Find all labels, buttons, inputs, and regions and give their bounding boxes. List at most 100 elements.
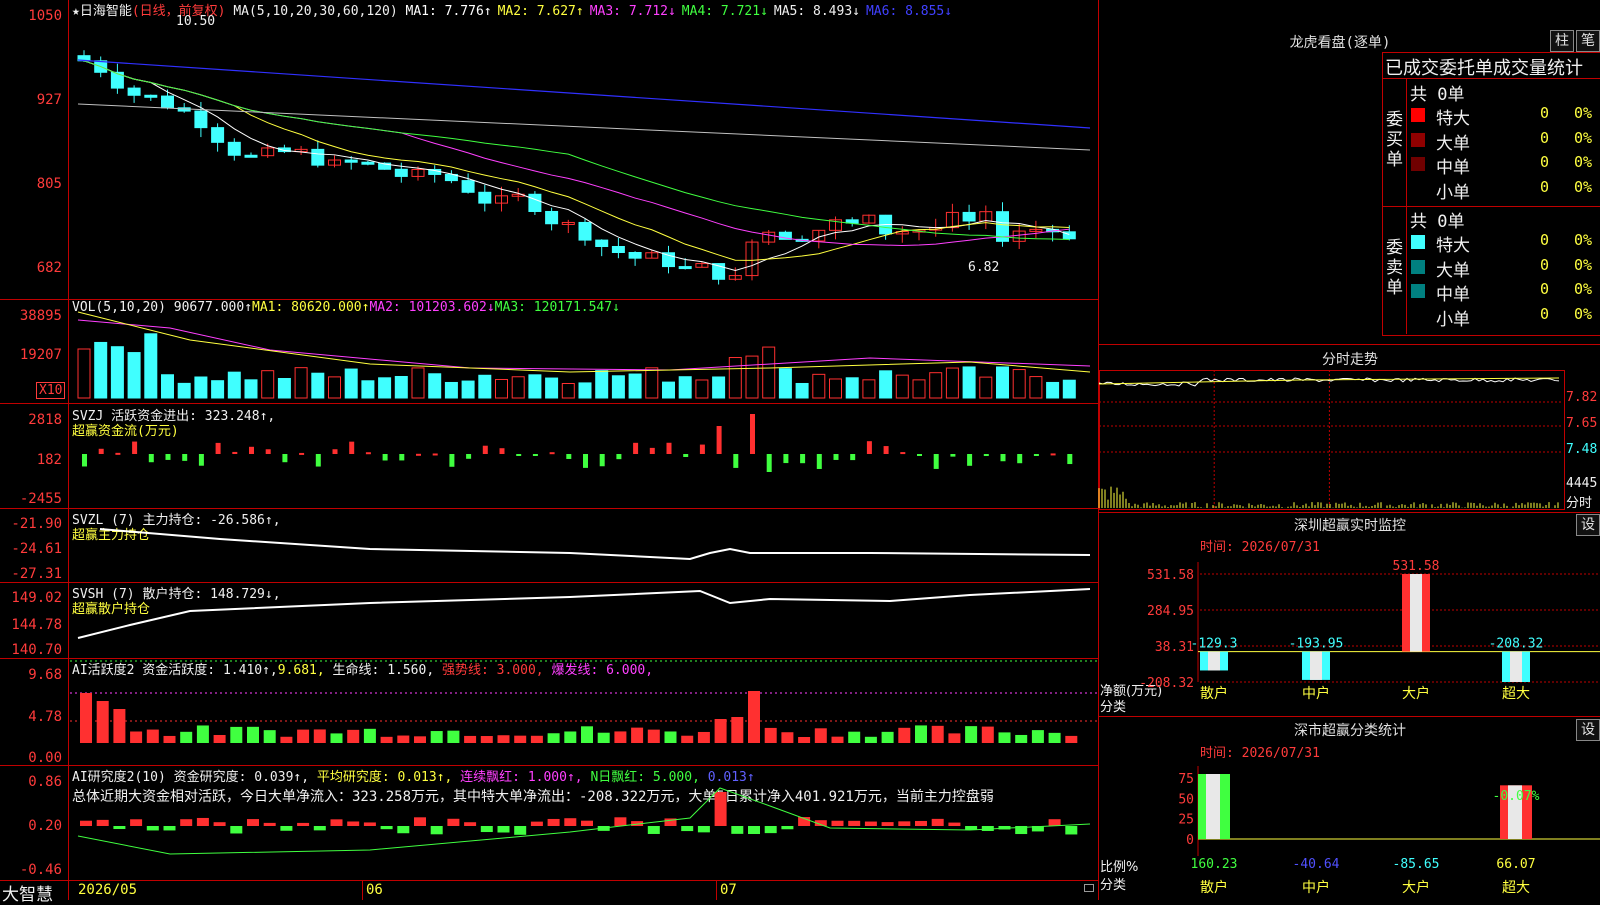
ai-research-bar [430,826,443,835]
price-axis-4: 682 [36,260,62,276]
volume-bar [328,376,341,399]
ai-research-bar [330,819,343,826]
volume-bar [461,380,475,399]
volume-bar [662,381,675,399]
volume-bar [1046,381,1060,399]
ai-active-bar [581,726,593,743]
svzj-bar [482,445,488,454]
candle-body [227,141,241,156]
sell-row-pct-2: 0% [1574,280,1593,298]
sell-row-count-1: 0 [1540,255,1550,274]
ai-research-bar [297,822,310,826]
candle-body [678,266,692,270]
volume-bar [695,379,709,399]
monitor-axis-label: 38.31 [1155,640,1194,655]
volume-bar [879,370,893,399]
ai-active-axis-3: 0.00 [28,750,62,766]
svzj-bar [499,448,505,454]
svzl-chart[interactable] [70,509,1098,582]
ai-research-bar [647,826,660,834]
ai-research-bar [247,819,259,826]
monitor-value-label: 531.58 [1393,559,1440,574]
volume-bar [895,374,909,399]
ai-research-bar [748,826,760,835]
tick-mode-button[interactable]: 笔 [1576,30,1600,52]
ai-research-bar [931,818,944,826]
classify-category-label: 大户 [1402,879,1430,896]
svzj-bar [683,454,689,458]
ai-active-axis-1: 9.68 [28,667,62,683]
classify-value-label: 66.07 [1496,857,1535,872]
volume-bar [678,376,692,399]
svzj-bar [633,442,639,454]
candle-body [545,210,559,225]
svzj-bar [566,454,572,459]
svzj-axis-1: 2818 [28,412,62,428]
ai-research-chart[interactable] [70,766,1098,880]
svzj-bar [950,454,956,457]
volume-bar [561,383,575,399]
volume-bar [1062,379,1076,399]
sell-row-swatch-2 [1411,284,1425,298]
svzj-bar [115,452,121,455]
volume-bar [144,333,158,399]
volume-bar [227,371,241,399]
svzj-bar [365,452,371,455]
monitor-chart[interactable]: 531.58 284.95 38.31 -208.32 -129.3 散户 -193.95 中… [1100,512,1600,716]
volume-bar [344,368,358,399]
volume-bar [979,376,993,399]
svzj-chart[interactable] [70,404,1098,508]
ai-active-bar [514,735,527,743]
ai-research-bar [1048,819,1061,826]
ai-research-bar [547,818,560,826]
svzj-bar [349,441,355,454]
ai-research-bar [714,792,727,826]
ai-active-bar [163,735,176,743]
ai-active-bar [130,731,143,743]
monitor-value-label: -208.32 [1489,637,1544,652]
svsh-axis-1: 149.02 [11,590,62,606]
bar-mode-button[interactable]: 柱 [1550,30,1574,52]
ai-active-chart[interactable] [70,659,1098,765]
buy-row-count-1: 0 [1540,128,1550,147]
brand-logo[interactable]: 大智慧 [2,880,53,905]
date-label-may: 2026/05 [78,882,138,898]
ai-active-bar [480,736,493,743]
monitor-axis-label: 531.58 [1147,568,1194,583]
ai-active-bar [397,735,410,743]
buy-row-swatch-2 [1411,157,1425,171]
ai-active-bar [798,736,811,743]
ai-research-bar [614,817,627,826]
svsh-line [77,588,1091,639]
candlestick-chart[interactable] [70,0,1098,299]
ai-active-bar [764,727,777,743]
classify-top-label: -0.07% [1493,789,1540,804]
ai-active-bar [697,731,710,743]
ai-active-bar [1065,735,1078,743]
ai-active-bar [80,693,92,743]
volume-chart[interactable] [70,300,1098,403]
svsh-chart[interactable] [70,583,1098,658]
buy-row-count-0: 0 [1540,104,1550,122]
svzj-bar [449,454,455,467]
volume-bar [361,380,375,399]
intraday-chart[interactable] [1098,370,1564,510]
ai-active-bar [848,731,861,743]
sell-row-label-0: 特大 [1436,236,1470,256]
monitor-axis-label: -208.32 [1139,676,1194,691]
sell-orders-label: 委卖单 [1386,238,1403,298]
svzj-bar [432,453,438,456]
svzj-bar [1017,454,1023,464]
candle-body [478,191,492,204]
ai-research-bar [180,819,193,826]
monitor-bar-shine [1208,651,1220,671]
volume-ma1-line [77,311,1091,373]
sell-row-swatch-1 [1411,259,1425,274]
volume-bar [478,374,492,399]
candle-body [361,161,375,165]
classify-chart[interactable]: 75 50 25 0 160.23 散户 -40.64 中户 -85.65 大户 66.07 超大 -0… [1100,716,1600,900]
ai-active-bar [681,735,694,743]
svzj-bar [1067,454,1073,465]
ai-research-bar [414,817,426,826]
ai-active-bar [814,728,827,743]
